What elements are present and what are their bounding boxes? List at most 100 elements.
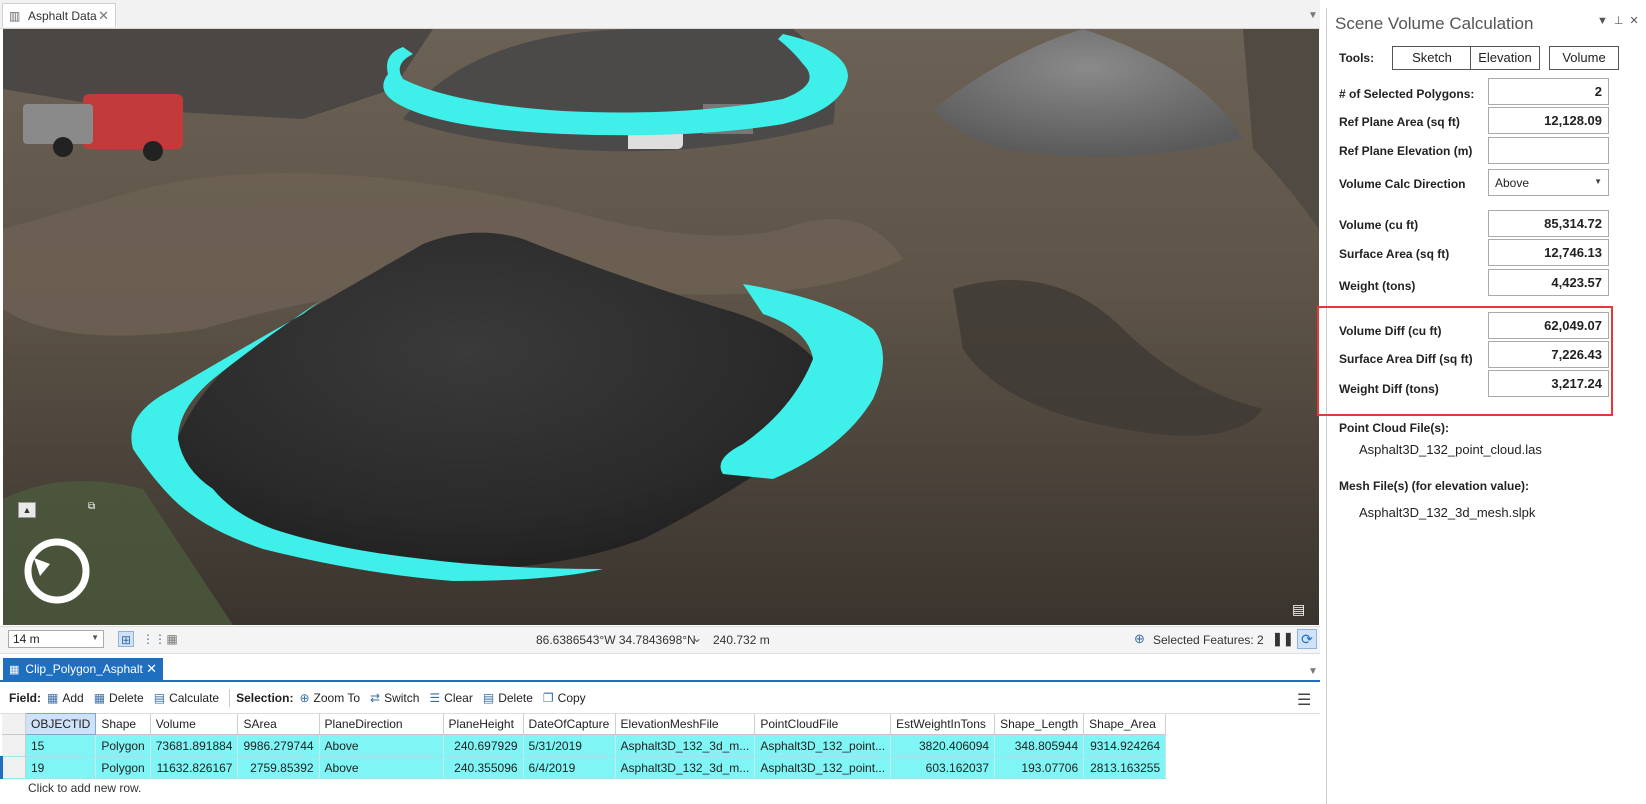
volume-button[interactable]: Volume — [1549, 46, 1619, 70]
table-row[interactable]: 19 Polygon 11632.826167 2759.85392 Above… — [0, 756, 1167, 779]
add-field-button[interactable]: ▦ Add — [47, 691, 84, 705]
map-tab[interactable]: ▥ Asphalt Data ✕ — [2, 3, 116, 27]
table-cell[interactable]: 2759.85392 — [237, 756, 320, 779]
row-header[interactable] — [1, 734, 26, 757]
selected-polygons-field[interactable]: 2 — [1488, 78, 1609, 105]
surface-area-field[interactable]: 12,746.13 — [1488, 239, 1609, 266]
column-header[interactable]: DateOfCapture — [523, 713, 616, 735]
chevron-down-icon[interactable]: ▼ — [1597, 15, 1614, 27]
close-icon[interactable]: ✕ — [146, 661, 157, 677]
zoom-to-button[interactable]: ⊕ Zoom To — [299, 691, 360, 705]
table-cell[interactable]: 6/4/2019 — [523, 756, 616, 779]
point-cloud-file: Asphalt3D_132_point_cloud.las — [1359, 442, 1542, 457]
row-header-corner[interactable] — [1, 713, 26, 735]
table-cell[interactable]: 19 — [25, 756, 97, 779]
table-cell[interactable]: Above — [319, 734, 444, 757]
table-cell[interactable]: 3820.406094 — [890, 734, 996, 757]
scene-view[interactable] — [3, 29, 1319, 625]
weight-field[interactable]: 4,423.57 — [1488, 269, 1609, 296]
selection-icon[interactable]: ⊕ — [1134, 631, 1145, 647]
table-cell[interactable]: 73681.891884 — [150, 734, 239, 757]
column-header[interactable]: EstWeightInTons — [890, 713, 996, 735]
clear-icon: ☰ — [429, 691, 441, 705]
delete-field-button[interactable]: ▦ Delete — [94, 691, 144, 705]
menu-icon[interactable]: ☰ — [1297, 690, 1311, 710]
grid-icon[interactable]: ⋮⋮ — [142, 631, 166, 647]
pause-icon[interactable]: ❚❚ — [1272, 631, 1294, 647]
table-cell[interactable]: 9986.279744 — [237, 734, 320, 757]
table-grid-icon[interactable]: ▦ — [164, 631, 180, 647]
ref-plane-area-field[interactable]: 12,128.09 — [1488, 107, 1609, 134]
table-cell[interactable]: 11632.826167 — [150, 756, 239, 779]
calculate-field-button[interactable]: ▤ Calculate — [154, 691, 219, 705]
attribute-table: OBJECTID Shape Volume SArea PlaneDirecti… — [0, 713, 1320, 779]
table-cell[interactable]: Asphalt3D_132_point... — [754, 734, 892, 757]
table-cell[interactable]: 240.697929 — [443, 734, 524, 757]
column-header[interactable]: PointCloudFile — [754, 713, 892, 735]
table-cell[interactable]: Polygon — [95, 756, 151, 779]
scale-dropdown[interactable]: 14 m ▼ — [8, 630, 104, 648]
table-cell[interactable]: Above — [319, 756, 444, 779]
copy-button[interactable]: ❐ Copy — [543, 691, 586, 705]
calculate-label: Calculate — [169, 691, 220, 705]
table-cell[interactable]: Asphalt3D_132_3d_m... — [615, 756, 756, 779]
column-header[interactable]: SArea — [237, 713, 320, 735]
table-tab[interactable]: ▦ Clip_Polygon_Asphalt ✕ — [3, 658, 163, 680]
selected-polygons-label: # of Selected Polygons: — [1339, 87, 1475, 101]
close-icon[interactable]: ✕ — [98, 8, 109, 24]
elevation-button[interactable]: Elevation — [1470, 46, 1540, 70]
chevron-up-icon[interactable]: ▲ — [18, 502, 36, 518]
column-header[interactable]: ElevationMeshFile — [615, 713, 756, 735]
chevron-down-icon[interactable]: ⌄ — [692, 631, 702, 645]
column-header[interactable]: PlaneHeight — [443, 713, 524, 735]
column-header[interactable]: Shape_Length — [994, 713, 1085, 735]
column-header[interactable]: Shape_Area — [1083, 713, 1167, 735]
ref-plane-elevation-field[interactable] — [1488, 137, 1609, 164]
table-toolbar: Field: ▦ Add ▦ Delete ▤ Calculate Selection… — [0, 683, 1320, 714]
toolbar-divider — [229, 689, 231, 707]
pin-icon[interactable]: ⊥ — [1614, 15, 1630, 27]
refresh-icon[interactable]: ⟳ — [1297, 629, 1317, 649]
row-header[interactable] — [0, 756, 26, 779]
table-cell[interactable]: Polygon — [95, 734, 151, 757]
table-icon: ▦ — [9, 663, 20, 676]
sketch-button[interactable]: Sketch — [1392, 46, 1472, 70]
navigator-control[interactable] — [22, 536, 92, 606]
table-cell[interactable]: 5/31/2019 — [523, 734, 616, 757]
column-header[interactable]: PlaneDirection — [319, 713, 444, 735]
column-header[interactable]: OBJECTID — [24, 713, 97, 735]
table-cell[interactable]: 9314.924264 — [1083, 734, 1167, 757]
snapping-icon[interactable]: ⊞ — [118, 631, 134, 647]
column-header[interactable]: Volume — [150, 713, 239, 735]
add-field-label: Add — [62, 691, 84, 705]
panel-controls[interactable]: ▼⊥✕ — [1597, 14, 1645, 27]
delete-selected-label: Delete — [498, 691, 533, 705]
chevron-down-icon[interactable]: ▼ — [1308, 10, 1318, 21]
chevron-down-icon[interactable]: ▼ — [1308, 666, 1318, 677]
delete-selected-button[interactable]: ▤ Delete — [483, 691, 533, 705]
scene-canvas[interactable] — [3, 29, 1319, 625]
table-cell[interactable]: Asphalt3D_132_point... — [754, 756, 892, 779]
table-row[interactable]: 15 Polygon 73681.891884 9986.279744 Abov… — [1, 734, 1167, 757]
basemap-icon[interactable]: ▤ — [1292, 601, 1312, 619]
table-cell[interactable]: 603.162037 — [890, 756, 996, 779]
expand-icon[interactable]: ⧉ — [88, 501, 100, 513]
table-cell[interactable]: 240.355096 — [443, 756, 524, 779]
selection-label: Selection: — [236, 691, 294, 705]
clear-button[interactable]: ☰ Clear — [429, 691, 472, 705]
table-cell[interactable]: 15 — [25, 734, 97, 757]
calc-direction-dropdown[interactable]: Above ▼ — [1488, 169, 1609, 196]
table-cell[interactable]: 348.805944 — [994, 734, 1085, 757]
switch-button[interactable]: ⇄ Switch — [370, 691, 419, 705]
table-tab-strip: ▦ Clip_Polygon_Asphalt ✕ ▼ — [0, 658, 1320, 682]
panel-title: Scene Volume Calculation — [1335, 14, 1534, 33]
close-icon[interactable]: ✕ — [1629, 15, 1644, 27]
tools-label: Tools: — [1339, 51, 1375, 65]
add-row-prompt[interactable]: Click to add new row. — [28, 781, 141, 795]
column-header[interactable]: Shape — [95, 713, 151, 735]
mesh-file-label: Mesh File(s) (for elevation value): — [1339, 479, 1530, 493]
table-cell[interactable]: Asphalt3D_132_3d_m... — [615, 734, 756, 757]
table-cell[interactable]: 2813.163255 — [1083, 756, 1167, 779]
table-cell[interactable]: 193.07706 — [994, 756, 1085, 779]
volume-field[interactable]: 85,314.72 — [1488, 210, 1609, 237]
